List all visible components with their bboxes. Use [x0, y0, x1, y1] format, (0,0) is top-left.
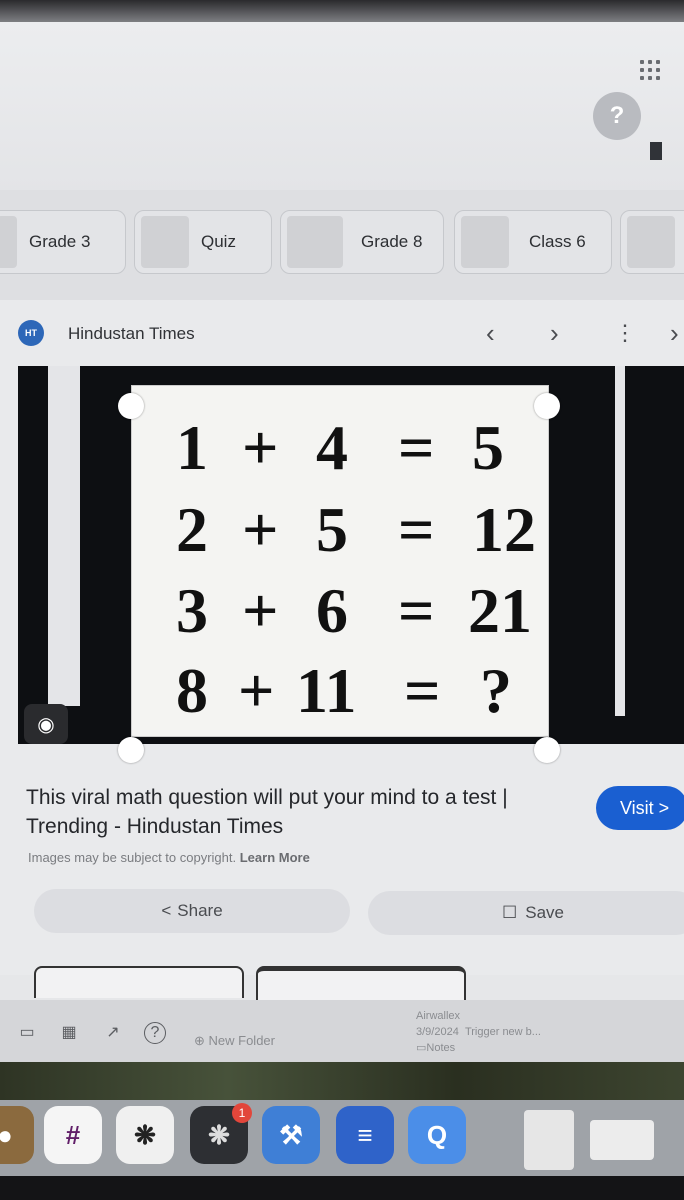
- equation-term: 5: [316, 494, 348, 565]
- chip-thumbnail: [461, 216, 509, 268]
- help-circle-icon[interactable]: ?: [144, 1022, 166, 1044]
- grid-view-icon[interactable]: ▦: [58, 1022, 80, 1044]
- chip-label: Class 6: [529, 232, 586, 251]
- crop-handle-top-right[interactable]: [534, 393, 560, 419]
- equation-row: 8 + 11 = ?: [132, 654, 548, 734]
- xcode-icon[interactable]: ⚒: [262, 1106, 320, 1164]
- slack-icon[interactable]: #: [44, 1106, 102, 1164]
- equation-term: 2: [176, 494, 208, 565]
- equation-row: 3 + 6 = 21: [132, 574, 548, 654]
- chip-quiz[interactable]: Quiz: [134, 210, 272, 274]
- source-row: HT Hindustan Times ‹ › ⋮ ›: [18, 318, 679, 350]
- chip-thumbnail: [0, 216, 17, 268]
- source-name[interactable]: Hindustan Times: [68, 324, 195, 344]
- file-trigger: Trigger new b...: [464, 1026, 541, 1038]
- notification-badge: 1: [232, 1103, 252, 1123]
- related-image-thumb[interactable]: [256, 966, 466, 1001]
- dock-app-icon[interactable]: ●: [0, 1106, 34, 1164]
- equation-operator: +: [238, 655, 275, 726]
- bookmark-outline-icon: ☐: [502, 903, 518, 922]
- equation-term: 8: [176, 655, 208, 726]
- copyright-text: Images may be subject to copyright.: [28, 850, 237, 865]
- chip-thumbnail: [287, 216, 343, 268]
- chip-grade-3[interactable]: Grade 3: [0, 210, 126, 274]
- visit-button[interactable]: Visit >: [596, 786, 684, 830]
- chip-label: Grade 3: [29, 232, 91, 251]
- sidebar-toggle-icon[interactable]: ▭: [16, 1022, 38, 1044]
- copyright-notice: Images may be subject to copyright. Lear…: [28, 850, 310, 865]
- new-folder-button[interactable]: ⊕ New Folder: [194, 1033, 275, 1049]
- crop-handle-bottom-right[interactable]: [534, 737, 560, 763]
- save-label: Save: [525, 903, 564, 922]
- docs-icon[interactable]: ≡: [336, 1106, 394, 1164]
- share-label: Share: [177, 901, 223, 920]
- chip-grade-8[interactable]: Grade 8: [280, 210, 444, 274]
- related-image-thumb[interactable]: [34, 966, 244, 998]
- notes-icon: ▭: [416, 1042, 427, 1054]
- puzzle-image[interactable]: 1 + 4 = 5 2 + 5 = 12 3 + 6 = 21 8 + 11 =…: [131, 385, 549, 737]
- screenshot-thumb-icon[interactable]: [590, 1120, 654, 1160]
- image-border-right: [615, 366, 625, 716]
- chip-class-6[interactable]: Class 6: [454, 210, 612, 274]
- file-notes: Notes: [426, 1042, 456, 1054]
- file-info: Airwallex 3/9/2024 Trigger new b... ▭Not…: [416, 1008, 541, 1056]
- page-header-area: [0, 22, 684, 212]
- file-date: 3/9/2024: [416, 1026, 459, 1038]
- source-logo: HT: [18, 320, 44, 346]
- bottom-bezel: [0, 1176, 684, 1200]
- new-folder-label: New Folder: [208, 1033, 275, 1048]
- learn-more-link[interactable]: Learn More: [240, 850, 310, 865]
- equation-operator: =: [398, 494, 435, 565]
- share-icon: <: [161, 901, 172, 920]
- equation-operator: +: [242, 575, 279, 646]
- equation-operator: +: [242, 412, 279, 483]
- close-panel-icon[interactable]: ›: [670, 318, 679, 349]
- equation-term: 11: [296, 655, 357, 726]
- share-button[interactable]: < Share: [34, 889, 350, 933]
- equation-operator: =: [398, 412, 435, 483]
- chevron-left-icon[interactable]: ‹: [486, 318, 495, 349]
- result-title-line: Trending - Hindustan Times: [26, 815, 284, 838]
- file-name: Airwallex: [416, 1010, 461, 1022]
- equation-row: 1 + 4 = 5: [132, 411, 548, 491]
- bookmark-icon[interactable]: [650, 142, 662, 160]
- result-title-line: This viral math question will put your m…: [26, 786, 508, 809]
- chip-more[interactable]: [620, 210, 684, 274]
- chevron-right-icon[interactable]: ›: [550, 318, 559, 349]
- chip-thumbnail: [627, 216, 675, 268]
- equation-result: 21: [468, 575, 532, 646]
- lens-search-icon[interactable]: ◉: [24, 704, 68, 744]
- help-button[interactable]: ?: [593, 92, 641, 140]
- chip-label: Quiz: [201, 232, 236, 251]
- equation-operator: +: [242, 494, 279, 565]
- quicktime-icon[interactable]: Q: [408, 1106, 466, 1164]
- result-title[interactable]: This viral math question will put your m…: [26, 783, 566, 841]
- equation-term: 1: [176, 412, 208, 483]
- save-button[interactable]: ☐ Save: [368, 891, 684, 935]
- equation-term: 3: [176, 575, 208, 646]
- expand-icon[interactable]: ↗: [102, 1022, 124, 1044]
- apps-grid-icon[interactable]: [640, 60, 664, 84]
- equation-term: 4: [316, 412, 348, 483]
- chip-thumbnail: [141, 216, 189, 268]
- document-icon[interactable]: [524, 1110, 574, 1170]
- chip-label: Grade 8: [361, 232, 423, 251]
- equation-operator: =: [398, 575, 435, 646]
- equation-result: 12: [472, 494, 536, 565]
- chatgpt-icon[interactable]: ❋: [116, 1106, 174, 1164]
- crop-handle-bottom-left[interactable]: [118, 737, 144, 763]
- equation-result: ?: [480, 655, 512, 726]
- image-border-left: [48, 366, 80, 706]
- crop-handle-top-left[interactable]: [118, 393, 144, 419]
- equation-row: 2 + 5 = 12: [132, 493, 548, 573]
- more-vert-icon[interactable]: ⋮: [614, 320, 636, 346]
- equation-operator: =: [404, 655, 441, 726]
- equation-term: 6: [316, 575, 348, 646]
- equation-result: 5: [472, 412, 504, 483]
